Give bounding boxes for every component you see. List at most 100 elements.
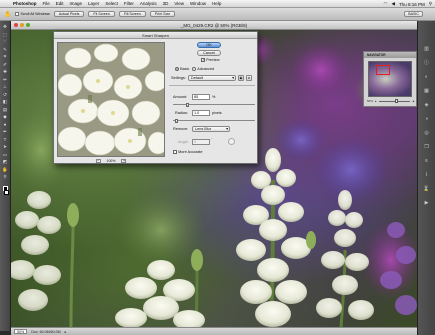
hand-tool-icon[interactable]: ✋ — [2, 167, 9, 172]
menu-layer[interactable]: Layer — [85, 1, 102, 6]
navigator-zoom-slider[interactable] — [378, 99, 411, 103]
checkbox-box[interactable] — [15, 12, 20, 16]
menu-view[interactable]: View — [171, 1, 187, 6]
panel-dock: ▥ ⓘ ◐ ▦ ◈ ◑ ◎ ❐ ≡ ⌇ ⌛ ▶ — [417, 21, 435, 335]
channels-icon[interactable]: ≡ — [422, 157, 432, 165]
styles-icon[interactable]: ◈ — [422, 101, 432, 109]
pen-tool-icon[interactable]: ✒ — [2, 129, 9, 134]
wifi-icon[interactable]: ◠ — [384, 1, 388, 7]
navigator-view-box[interactable] — [376, 65, 390, 75]
amount-slider[interactable] — [173, 102, 255, 107]
amount-label: Amount: — [173, 95, 188, 99]
crop-tool-icon[interactable]: ⌗ — [2, 54, 9, 59]
shape-tool-icon[interactable]: ▭ — [2, 152, 9, 157]
angle-dial[interactable] — [228, 138, 235, 145]
angle-label: Angle: — [178, 140, 189, 144]
preview-zoom-out-button[interactable]: − — [95, 159, 101, 163]
spotlight-icon[interactable]: ⚲ — [429, 1, 432, 7]
paths-icon[interactable]: ⌇ — [422, 171, 432, 179]
quick-select-tool-icon[interactable]: ✎ — [2, 47, 9, 52]
info-icon[interactable]: ⓘ — [422, 59, 432, 67]
close-window-button[interactable] — [14, 23, 18, 27]
more-accurate-box[interactable] — [173, 150, 177, 154]
radius-slider[interactable] — [173, 118, 255, 123]
preview-zoom-in-button[interactable]: + — [121, 159, 127, 163]
actual-pixels-button[interactable]: Actual Pixels — [53, 11, 85, 17]
save-settings-icon[interactable]: ▣ — [238, 75, 244, 81]
menu-3d[interactable]: 3D — [160, 1, 172, 6]
minimize-window-button[interactable] — [20, 23, 24, 27]
cancel-button[interactable]: Cancel — [197, 50, 221, 56]
menu-window[interactable]: Window — [187, 1, 209, 6]
eraser-tool-icon[interactable]: ◧ — [2, 99, 9, 104]
type-tool-icon[interactable]: T — [2, 137, 9, 142]
print-size-button[interactable]: Print Size — [149, 11, 176, 17]
healing-tool-icon[interactable]: ✚ — [2, 69, 9, 74]
workspace-switcher[interactable]: BASIC — [404, 11, 423, 17]
status-arrow-icon[interactable]: ▸ — [65, 330, 67, 334]
navigator-zoom-value[interactable]: 50% — [367, 99, 373, 103]
dodge-tool-icon[interactable]: ● — [2, 122, 9, 127]
menu-help[interactable]: Help — [209, 1, 224, 6]
menu-analysis[interactable]: Analysis — [137, 1, 160, 6]
zoom-window-button[interactable] — [26, 23, 30, 27]
preview-check-icon[interactable]: ✓ — [201, 58, 205, 62]
menu-file[interactable]: File — [40, 1, 53, 6]
eyedropper-tool-icon[interactable]: ✐ — [2, 62, 9, 67]
amount-slider-handle[interactable] — [186, 102, 190, 107]
layers-icon[interactable]: ❐ — [422, 143, 432, 151]
zoom-out-icon[interactable]: ▴ — [375, 99, 377, 103]
brush-tool-icon[interactable]: ✏ — [2, 77, 9, 82]
more-accurate-checkbox[interactable]: More Accurate — [173, 150, 203, 154]
actions-icon[interactable]: ▶ — [422, 199, 432, 207]
navigator-thumbnail[interactable] — [368, 61, 412, 97]
fill-screen-button[interactable]: Fill Screen — [118, 11, 146, 17]
navigator-zoom-handle[interactable] — [394, 99, 398, 103]
path-select-tool-icon[interactable]: ➤ — [2, 144, 9, 149]
radius-field[interactable]: 1.0 — [192, 110, 210, 116]
divider — [169, 85, 255, 86]
adjustments-icon[interactable]: ◑ — [422, 115, 432, 123]
settings-select[interactable]: Default — [188, 75, 236, 81]
basic-radio[interactable] — [175, 67, 179, 71]
menu-edit[interactable]: Edit — [53, 1, 67, 6]
volume-icon[interactable]: ◀ — [391, 1, 394, 7]
marquee-tool-icon[interactable]: ⬚ — [2, 32, 9, 37]
status-zoom-field[interactable]: 50% — [14, 329, 28, 334]
menu-image[interactable]: Image — [67, 1, 86, 6]
3d-tool-icon[interactable]: ◩ — [2, 159, 9, 164]
clone-stamp-tool-icon[interactable]: ⊥ — [2, 84, 9, 89]
history-icon[interactable]: ⌛ — [422, 185, 432, 193]
menu-select[interactable]: Select — [102, 1, 121, 6]
history-brush-tool-icon[interactable]: ↺ — [2, 92, 9, 97]
zoom-tool-icon[interactable]: ⚲ — [2, 174, 9, 179]
zoom-in-icon[interactable]: ▲ — [412, 99, 415, 103]
swatches-icon[interactable]: ▦ — [422, 87, 432, 95]
scroll-all-windows-checkbox[interactable]: Scroll All Windows — [15, 12, 50, 16]
color-icon[interactable]: ◐ — [422, 73, 432, 81]
histogram-icon[interactable]: ▥ — [422, 45, 432, 53]
background-color-swatch[interactable] — [4, 190, 9, 195]
move-tool-icon[interactable]: ✥ — [2, 24, 9, 29]
advanced-radio[interactable] — [192, 67, 197, 71]
masks-icon[interactable]: ◎ — [422, 129, 432, 137]
preview-checkbox[interactable]: ✓ Preview — [201, 58, 220, 62]
remove-select[interactable]: Lens Blur — [192, 126, 230, 132]
menu-clock[interactable]: Thu 8:16 PM — [399, 2, 425, 7]
radius-slider-handle[interactable] — [174, 118, 178, 123]
navigator-tab[interactable]: NAVIGATOR — [364, 52, 416, 58]
delete-settings-icon[interactable]: ⊘ — [246, 75, 252, 81]
filter-preview[interactable] — [57, 42, 165, 157]
blur-tool-icon[interactable]: ◆ — [2, 114, 9, 119]
gradient-tool-icon[interactable]: ▤ — [2, 107, 9, 112]
menu-filter[interactable]: Filter — [121, 1, 137, 6]
angle-field[interactable]: 0 — [192, 139, 210, 145]
status-doc-size[interactable]: Doc: 60.0M/60.0M — [31, 330, 60, 334]
mode-radio-group: Basic Advanced — [175, 67, 214, 71]
ok-button[interactable]: OK — [197, 42, 221, 48]
lasso-tool-icon[interactable]: ➰ — [2, 39, 9, 44]
advanced-label: Advanced — [197, 67, 215, 71]
fit-screen-button[interactable]: Fit Screen — [88, 11, 115, 17]
amount-field[interactable]: 85 — [192, 94, 210, 100]
menu-photoshop[interactable]: Photoshop — [10, 1, 40, 6]
